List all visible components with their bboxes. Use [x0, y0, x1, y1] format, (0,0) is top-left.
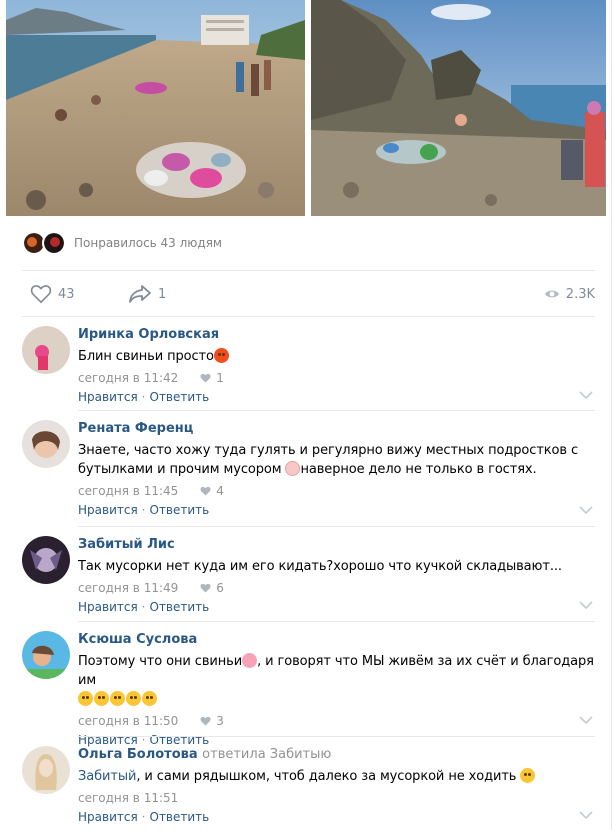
- beach-photo-right[interactable]: [311, 0, 606, 216]
- comment-text: Так мусорки нет куда им его кидать?хорош…: [78, 559, 562, 574]
- divider: [78, 410, 595, 411]
- comment-author-name[interactable]: Ольга Болотова: [78, 747, 198, 762]
- comment-reply-link[interactable]: Ответить: [150, 503, 210, 517]
- pig-face-emoji: [242, 653, 258, 668]
- heart-icon: [200, 486, 211, 496]
- chevron-down-icon[interactable]: [579, 390, 593, 400]
- comment-text: Знаете, часто хожу туда гулять и регуляр…: [78, 443, 579, 477]
- chevron-down-icon[interactable]: [579, 600, 593, 610]
- post-actions: 43 1 2.3K: [22, 280, 595, 308]
- comment-links: Нравится · Ответить: [78, 600, 210, 614]
- rolling-laughing-emoji: [142, 691, 157, 706]
- comment-like-link[interactable]: Нравится: [78, 810, 138, 824]
- comment-time[interactable]: сегодня в 11:51: [78, 790, 178, 806]
- comment-meta: сегодня в 11:42 1: [78, 370, 595, 386]
- wall-post: Понравилось 43 людям 43 1 2.3K Иринка Ор…: [0, 0, 612, 830]
- person-gesturing-emoji: [285, 461, 301, 476]
- comment-reply-link[interactable]: Ответить: [150, 810, 210, 824]
- heart-icon: [200, 373, 211, 383]
- divider: [78, 736, 595, 737]
- liker-avatar[interactable]: [42, 231, 66, 255]
- comment-likes[interactable]: 1: [200, 370, 224, 386]
- comment-text: Поэтому что они свиньи, и говорят что МЫ…: [78, 652, 595, 709]
- comment-links: Нравится · Ответить: [78, 503, 210, 517]
- comment-item: Ксюша Суслова Поэтому что они свиньи, и …: [22, 631, 595, 747]
- heart-icon: [200, 583, 211, 593]
- comment-like-link[interactable]: Нравится: [78, 390, 138, 404]
- comment-time[interactable]: сегодня в 11:45: [78, 483, 178, 499]
- rolling-laughing-emoji: [94, 691, 109, 706]
- share-icon: [129, 285, 151, 303]
- avatar[interactable]: [22, 746, 70, 794]
- rolling-laughing-emoji: [110, 691, 125, 706]
- avatar[interactable]: [22, 420, 70, 468]
- avatar[interactable]: [22, 326, 70, 374]
- avatar[interactable]: [22, 536, 70, 584]
- comment-author[interactable]: Ксюша Суслова: [78, 631, 595, 649]
- heart-icon: [30, 285, 52, 304]
- comment-links: Нравится · Ответить: [78, 390, 210, 404]
- comment-time[interactable]: сегодня в 11:50: [78, 713, 178, 729]
- comment-author: Ольга Болотова ответила Забитыю: [78, 746, 595, 764]
- divider: [78, 526, 595, 527]
- comment-likes[interactable]: 3: [200, 713, 224, 729]
- divider: [22, 270, 595, 271]
- mention-link[interactable]: Забитый: [78, 769, 136, 784]
- like-button[interactable]: 43: [30, 280, 75, 308]
- comment-meta: сегодня в 11:49 6: [78, 580, 595, 596]
- likers-text[interactable]: Понравилось 43 людям: [74, 236, 222, 250]
- reply-note[interactable]: ответила Забитыю: [202, 747, 331, 762]
- comment-time[interactable]: сегодня в 11:49: [78, 580, 178, 596]
- comment-links: Нравится · Ответить: [78, 810, 210, 824]
- avatar[interactable]: [22, 631, 70, 679]
- views-count: 2.3K: [565, 286, 595, 302]
- beach-photo-left[interactable]: [6, 0, 305, 216]
- rolling-laughing-emoji-row: [78, 691, 158, 707]
- likers-summary[interactable]: Понравилось 43 людям: [22, 231, 222, 255]
- chevron-down-icon[interactable]: [579, 810, 593, 820]
- share-count: 1: [158, 286, 167, 302]
- chevron-down-icon[interactable]: [579, 715, 593, 725]
- comment-likes[interactable]: 6: [200, 580, 224, 596]
- comment-time[interactable]: сегодня в 11:42: [78, 370, 178, 386]
- post-photos: [6, 0, 606, 216]
- rolling-laughing-emoji: [78, 691, 93, 706]
- angry-face-emoji: [213, 348, 229, 363]
- comment-author[interactable]: Рената Ференц: [78, 420, 595, 438]
- chevron-down-icon[interactable]: [579, 505, 593, 515]
- comment-meta: сегодня в 11:45 4: [78, 483, 595, 499]
- comment-like-link[interactable]: Нравится: [78, 600, 138, 614]
- comment-author[interactable]: Забитый Лис: [78, 536, 595, 554]
- comment-text: Блин свиньи просто: [78, 347, 595, 366]
- comment-like-link[interactable]: Нравится: [78, 503, 138, 517]
- rolling-laughing-emoji: [126, 691, 141, 706]
- comment-reply-link[interactable]: Ответить: [150, 390, 210, 404]
- divider: [22, 316, 595, 317]
- heart-icon: [200, 716, 211, 726]
- divider: [78, 621, 595, 622]
- comment-reply-link[interactable]: Ответить: [150, 600, 210, 614]
- eye-icon: [544, 290, 559, 298]
- share-button[interactable]: 1: [128, 280, 166, 308]
- comment-item: Забитый Лис Так мусорки нет куда им его …: [22, 536, 595, 622]
- comment-text: Забитый, и сами рядышком, чтоб далеко за…: [78, 767, 595, 786]
- comment-meta: сегодня в 11:50 3: [78, 713, 595, 729]
- comment-item: Рената Ференц Знаете, часто хожу туда гу…: [22, 420, 595, 526]
- comment-meta: сегодня в 11:51: [78, 790, 595, 806]
- comment-item: Иринка Орловская Блин свиньи просто сего…: [22, 326, 595, 410]
- comment-likes[interactable]: 4: [200, 483, 224, 499]
- views-counter: 2.3K: [544, 280, 595, 308]
- comment-item: Ольга Болотова ответила Забитыю Забитый,…: [22, 746, 595, 830]
- like-count: 43: [58, 286, 75, 302]
- eye-roll-emoji: [520, 768, 536, 783]
- comment-author[interactable]: Иринка Орловская: [78, 326, 595, 344]
